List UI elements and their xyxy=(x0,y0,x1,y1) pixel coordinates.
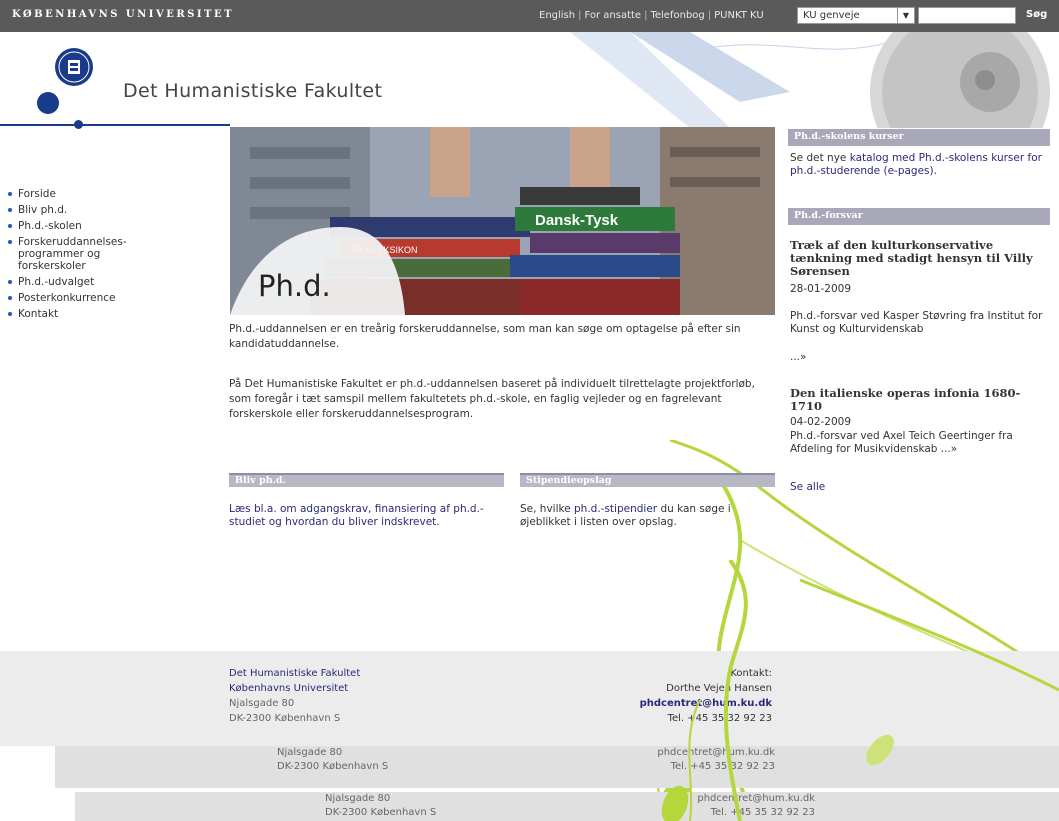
hero-title: Ph.d. xyxy=(258,269,331,303)
book-label: Dansk-Tysk xyxy=(535,212,619,229)
nav-item-phd-udvalget[interactable]: Ph.d.-udvalget xyxy=(8,276,203,288)
kurser-text-pre: Se det nye xyxy=(790,152,850,164)
crest-icon xyxy=(58,51,90,83)
ghost-address-2: DK-2300 København S xyxy=(277,761,389,772)
header-divider xyxy=(0,124,230,126)
ghost-email: phdcentret@hum.ku.dk xyxy=(657,747,775,758)
ghost-footer: Njalsgade 80 DK-2300 København S phdcent… xyxy=(55,746,1059,788)
body-paragraph: På Det Humanistiske Fakultet er ph.d.-ud… xyxy=(229,378,755,420)
nav-item-posterkonkurrence[interactable]: Posterkonkurrence xyxy=(8,292,203,304)
box-stip-text: Se, hvilke ph.d.-stipendier du kan søge … xyxy=(520,503,780,529)
footer-phone: Tel. +45 35 32 92 23 xyxy=(667,713,772,724)
nav-item-phd-skolen[interactable]: Ph.d.-skolen xyxy=(8,220,203,232)
link-english[interactable]: English xyxy=(539,10,575,21)
header-divider-dot xyxy=(74,120,83,129)
ghost-contact: phdcentret@hum.ku.dk Tel. +45 35 32 92 2… xyxy=(655,792,815,820)
footer-contact-name: Dorthe Vejen Hansen xyxy=(666,683,772,694)
forsvar-item-title[interactable]: Den italienske operas infonia 1680-1710 xyxy=(790,387,1052,413)
ghost-address-1: Njalsgade 80 xyxy=(325,793,391,804)
shortcut-select[interactable]: KU genveje ▼ xyxy=(797,7,915,24)
shortcut-select-value: KU genveje xyxy=(803,10,860,21)
nav-item-bliv-phd[interactable]: Bliv ph.d. xyxy=(8,204,203,216)
link-telefonbog[interactable]: Telefonbog xyxy=(650,10,704,21)
separator: | xyxy=(707,10,712,21)
forsvar-item-date: 04-02-2009 xyxy=(790,416,852,428)
separator: | xyxy=(578,10,582,21)
ghost-address-1: Njalsgade 80 xyxy=(277,747,343,758)
ghost-email: phdcentret@hum.ku.dk xyxy=(697,793,815,804)
footer: Det Humanistiske Fakultet Københavns Uni… xyxy=(0,651,1059,746)
box-bliv-header: Bliv ph.d. xyxy=(229,473,504,487)
nav-item-forskeruddannelses-programmer[interactable]: Forskeruddannelses-programmer og forsker… xyxy=(8,236,168,272)
university-brand[interactable]: KØBENHAVNS UNIVERSITET xyxy=(12,9,234,20)
forsvar-item-more[interactable]: ...» xyxy=(790,351,806,364)
see-all-link[interactable]: Se alle xyxy=(790,481,825,494)
chevron-down-icon: ▼ xyxy=(897,8,914,23)
faculty-title[interactable]: Det Humanistiske Fakultet xyxy=(123,80,382,102)
box-stip-header: Stipendieopslag xyxy=(520,473,775,487)
search-input[interactable] xyxy=(918,7,1016,24)
forsvar-header: Ph.d.-forsvar xyxy=(788,208,1050,225)
header-seal-decoration xyxy=(570,32,1050,128)
forsvar-item-title[interactable]: Træk af den kulturkonservative tænkning … xyxy=(790,239,1052,278)
kurser-text: Se det nye katalog med Ph.d.-skolens kur… xyxy=(790,152,1052,178)
page: KØBENHAVNS UNIVERSITET English | For ansat… xyxy=(0,0,1059,821)
forsvar-item-desc: Ph.d.-forsvar ved Axel Teich Geertinger … xyxy=(790,430,1013,455)
separator: | xyxy=(644,10,648,21)
box-bliv-text: Læs bl.a. om adgangskrav, finansiering a… xyxy=(229,503,489,529)
ghost-address-2: DK-2300 København S xyxy=(325,807,437,818)
footer-org: Det Humanistiske Fakultet Københavns Uni… xyxy=(229,666,360,726)
box-stip-text-pre: Se, hvilke xyxy=(520,503,575,515)
link-punkt-ku[interactable]: PUNKT KU xyxy=(714,10,764,21)
ghost-phone: Tel. +45 35 32 92 23 xyxy=(670,761,775,772)
top-bar: KØBENHAVNS UNIVERSITET English | For ansat… xyxy=(0,0,1059,32)
logo-dot xyxy=(37,92,59,114)
forsvar-item-date: 28-01-2009 xyxy=(790,283,852,295)
box-bliv-text-post: . xyxy=(436,516,440,528)
footer-email-link[interactable]: phdcentret@hum.ku.dk xyxy=(560,696,772,711)
left-nav: Forside Bliv ph.d. Ph.d.-skolen Forskeru… xyxy=(8,188,203,324)
nav-item-forside[interactable]: Forside xyxy=(8,188,203,200)
forsvar-item-desc: Ph.d.-forsvar ved Kasper Støvring fra In… xyxy=(790,310,1043,335)
ghost-address: Njalsgade 80 DK-2300 København S xyxy=(325,792,436,820)
ghost-phone: Tel. +45 35 32 92 23 xyxy=(710,807,815,818)
top-links: English | For ansatte | Telefonbog | PUNKT KU xyxy=(539,10,764,21)
ghost-address: Njalsgade 80 DK-2300 København S xyxy=(277,746,388,774)
search-button[interactable]: Søg xyxy=(1026,9,1047,20)
footer-address-1: Njalsgade 80 xyxy=(229,698,295,709)
intro-paragraph: Ph.d.-uddannelsen er en treårig forskeru… xyxy=(229,323,741,350)
box-bliv-text-pre: Læs bl.a. om xyxy=(229,503,300,515)
ghost-footer: Njalsgade 80 DK-2300 København S phdcent… xyxy=(75,792,1059,821)
ghost-contact: phdcentret@hum.ku.dk Tel. +45 35 32 92 2… xyxy=(615,746,775,774)
university-seal-logo[interactable] xyxy=(55,48,93,86)
footer-contact-label: Kontakt: xyxy=(730,668,772,679)
box-stip-link[interactable]: ph.d.-stipendier xyxy=(574,503,657,515)
footer-address-2: DK-2300 København S xyxy=(229,713,341,724)
nav-item-kontakt[interactable]: Kontakt xyxy=(8,308,203,320)
link-for-ansatte[interactable]: For ansatte xyxy=(584,10,641,21)
footer-contact: Kontakt: Dorthe Vejen Hansen phdcentret@… xyxy=(560,666,772,726)
footer-university: Københavns Universitet xyxy=(229,683,349,694)
footer-org-name: Det Humanistiske Fakultet xyxy=(229,668,361,679)
kurser-header: Ph.d.-skolens kurser xyxy=(788,129,1050,146)
